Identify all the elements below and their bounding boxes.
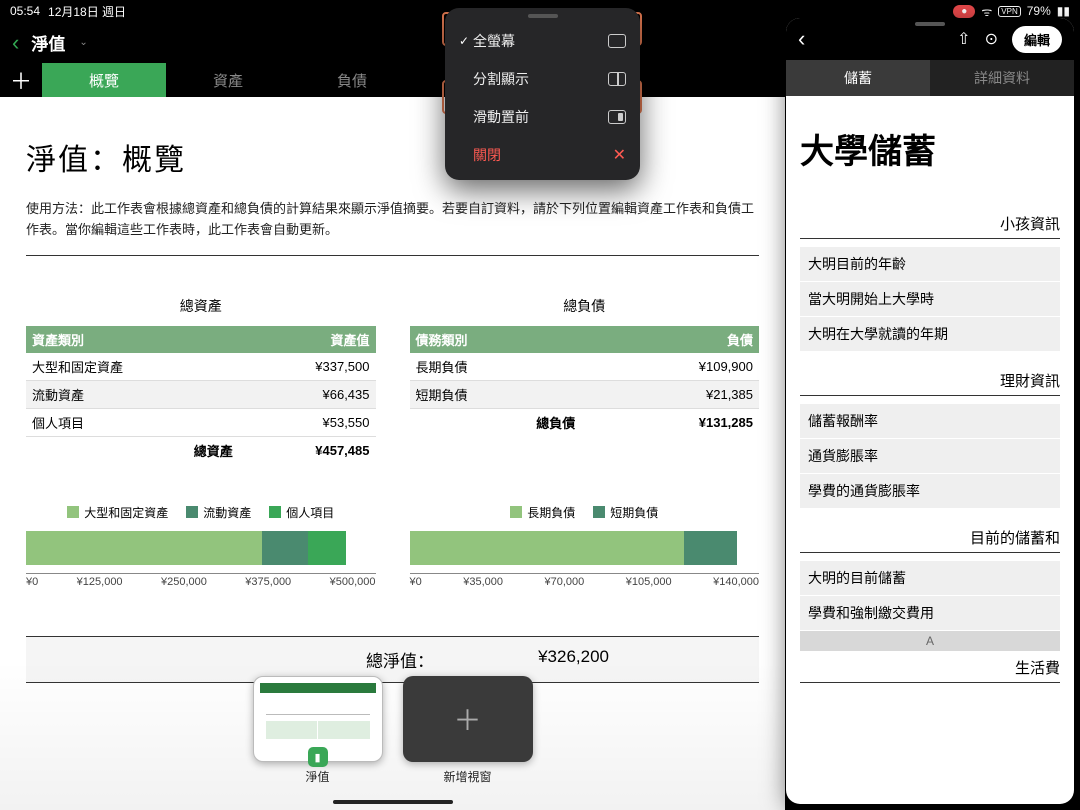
- status-time: 05:54: [10, 4, 40, 18]
- app-toolbar: ‹ 淨值 ⌄: [0, 22, 785, 63]
- more-icon[interactable]: ⊙: [985, 29, 998, 49]
- list-item[interactable]: 通貨膨脹率: [800, 439, 1060, 474]
- tab-details[interactable]: 詳細資料: [930, 60, 1074, 96]
- section-current-savings: 目前的儲蓄和: [800, 527, 1060, 553]
- list-item[interactable]: 大明的目前儲蓄: [800, 561, 1060, 596]
- assets-table[interactable]: 資產類別 資產值 大型和固定資產¥337,500 流動資產¥66,435 個人項…: [26, 326, 376, 464]
- menu-slideover[interactable]: 滑動置前: [445, 98, 640, 136]
- wifi-icon: ᯤ: [981, 3, 992, 20]
- liabilities-chart: 長期負債 短期負債 ¥0 ¥35,000 ¥70,000 ¥105,000 ¥1…: [410, 504, 760, 588]
- window-switcher: ▮ 淨值 ＋ 新增視窗: [0, 660, 785, 810]
- tab-liabilities[interactable]: 負債: [290, 63, 414, 97]
- liabilities-column: 總負債 債務類別 負債 長期負債¥109,900 短期負債¥21,385 總負債…: [410, 296, 760, 464]
- battery-percent: 79%: [1027, 4, 1051, 18]
- table-row: 長期負債¥109,900: [410, 353, 760, 381]
- slideover-window[interactable]: ‹ ⇧ ⊙ 編輯 儲蓄 詳細資料 大學儲蓄 小孩資訊 大明目前的年齡 當大明開始…: [786, 18, 1074, 804]
- table-row: 大型和固定資產¥337,500: [26, 353, 376, 381]
- window-thumb-new[interactable]: ＋ 新增視窗: [403, 676, 533, 785]
- slideover-toolbar: ‹ ⇧ ⊙ 編輯: [786, 18, 1074, 60]
- numbers-app-window: ‹ 淨值 ⌄ ＋ 概覽 資產 負債 淨值：概覽 使用方法：此工作表會根據總資產和…: [0, 22, 785, 810]
- column-letter: A: [800, 631, 1060, 651]
- add-sheet-button[interactable]: ＋: [0, 63, 42, 97]
- assets-title: 總資產: [26, 296, 376, 316]
- thumb-label: 淨值: [253, 768, 383, 785]
- section-finance-info: 理財資訊: [800, 370, 1060, 396]
- liab-head-category: 債務類別: [410, 326, 582, 353]
- liabilities-table[interactable]: 債務類別 負債 長期負債¥109,900 短期負債¥21,385 總負債¥131…: [410, 326, 760, 436]
- liab-title: 總負債: [410, 296, 760, 316]
- back-button[interactable]: ‹: [12, 30, 19, 56]
- tab-assets[interactable]: 資產: [166, 63, 290, 97]
- status-date: 12月18日 週日: [48, 3, 126, 20]
- assets-head-value: 資產值: [239, 326, 376, 353]
- window-thumb-current[interactable]: ▮ 淨值: [253, 676, 383, 785]
- list-item[interactable]: 大明在大學就讀的年期: [800, 317, 1060, 352]
- section-living: 生活費: [800, 657, 1060, 683]
- slideover-icon: [608, 110, 626, 124]
- title-dropdown-icon[interactable]: ⌄: [79, 37, 87, 48]
- table-row: 個人項目¥53,550: [26, 408, 376, 436]
- edit-button[interactable]: 編輯: [1012, 26, 1062, 53]
- assets-chart: 大型和固定資產 流動資產 個人項目 ¥0 ¥125,000 ¥250,000 ¥…: [26, 504, 376, 588]
- home-indicator[interactable]: [333, 800, 453, 804]
- slideover-handle[interactable]: [915, 22, 945, 26]
- assets-head-category: 資產類別: [26, 326, 239, 353]
- battery-icon: ▮▮: [1057, 4, 1070, 18]
- tab-savings[interactable]: 儲蓄: [786, 60, 930, 96]
- close-icon: ✕: [613, 145, 626, 165]
- check-icon: ✓: [459, 34, 473, 48]
- list-item[interactable]: 學費和強制繳交費用: [800, 596, 1060, 631]
- popover-handle[interactable]: [528, 14, 558, 18]
- page-title: 淨值：概覽: [26, 135, 759, 179]
- list-item[interactable]: 大明目前的年齡: [800, 247, 1060, 282]
- screen-record-indicator: ●: [953, 5, 975, 18]
- page-description: 使用方法：此工作表會根據總資產和總負債的計算結果來顯示淨值摘要。若要自訂資料，請…: [26, 199, 759, 256]
- tab-overview[interactable]: 概覽: [42, 63, 166, 97]
- list-item[interactable]: 當大明開始上大學時: [800, 282, 1060, 317]
- slideover-body: 大學儲蓄 小孩資訊 大明目前的年齡 當大明開始上大學時 大明在大學就讀的年期 理…: [786, 96, 1074, 709]
- liab-head-value: 負債: [581, 326, 759, 353]
- document-title[interactable]: 淨值: [31, 30, 65, 55]
- table-row: 流動資產¥66,435: [26, 380, 376, 408]
- menu-split[interactable]: 分割顯示: [445, 60, 640, 98]
- share-icon[interactable]: ⇧: [957, 29, 970, 49]
- multitasking-menu: ✓ 全螢幕 分割顯示 滑動置前 關閉 ✕: [445, 8, 640, 180]
- numbers-app-icon: ▮: [308, 747, 328, 767]
- thumb-label: 新增視窗: [403, 768, 533, 785]
- slideover-tabs: 儲蓄 詳細資料: [786, 60, 1074, 96]
- slideover-title: 大學儲蓄: [800, 124, 1060, 173]
- menu-close[interactable]: 關閉 ✕: [445, 136, 640, 174]
- sheet-tabs: ＋ 概覽 資產 負債: [0, 63, 785, 97]
- assets-column: 總資產 資產類別 資產值 大型和固定資產¥337,500 流動資產¥66,435…: [26, 296, 376, 464]
- vpn-badge: VPN: [998, 6, 1020, 17]
- menu-fullscreen[interactable]: ✓ 全螢幕: [445, 22, 640, 60]
- list-item[interactable]: 儲蓄報酬率: [800, 404, 1060, 439]
- split-icon: [608, 72, 626, 86]
- back-button[interactable]: ‹: [798, 26, 805, 52]
- plus-icon: ＋: [403, 676, 533, 762]
- table-row: 短期負債¥21,385: [410, 380, 760, 408]
- fullscreen-icon: [608, 34, 626, 48]
- list-item[interactable]: 學費的通貨膨脹率: [800, 474, 1060, 509]
- section-child-info: 小孩資訊: [800, 213, 1060, 239]
